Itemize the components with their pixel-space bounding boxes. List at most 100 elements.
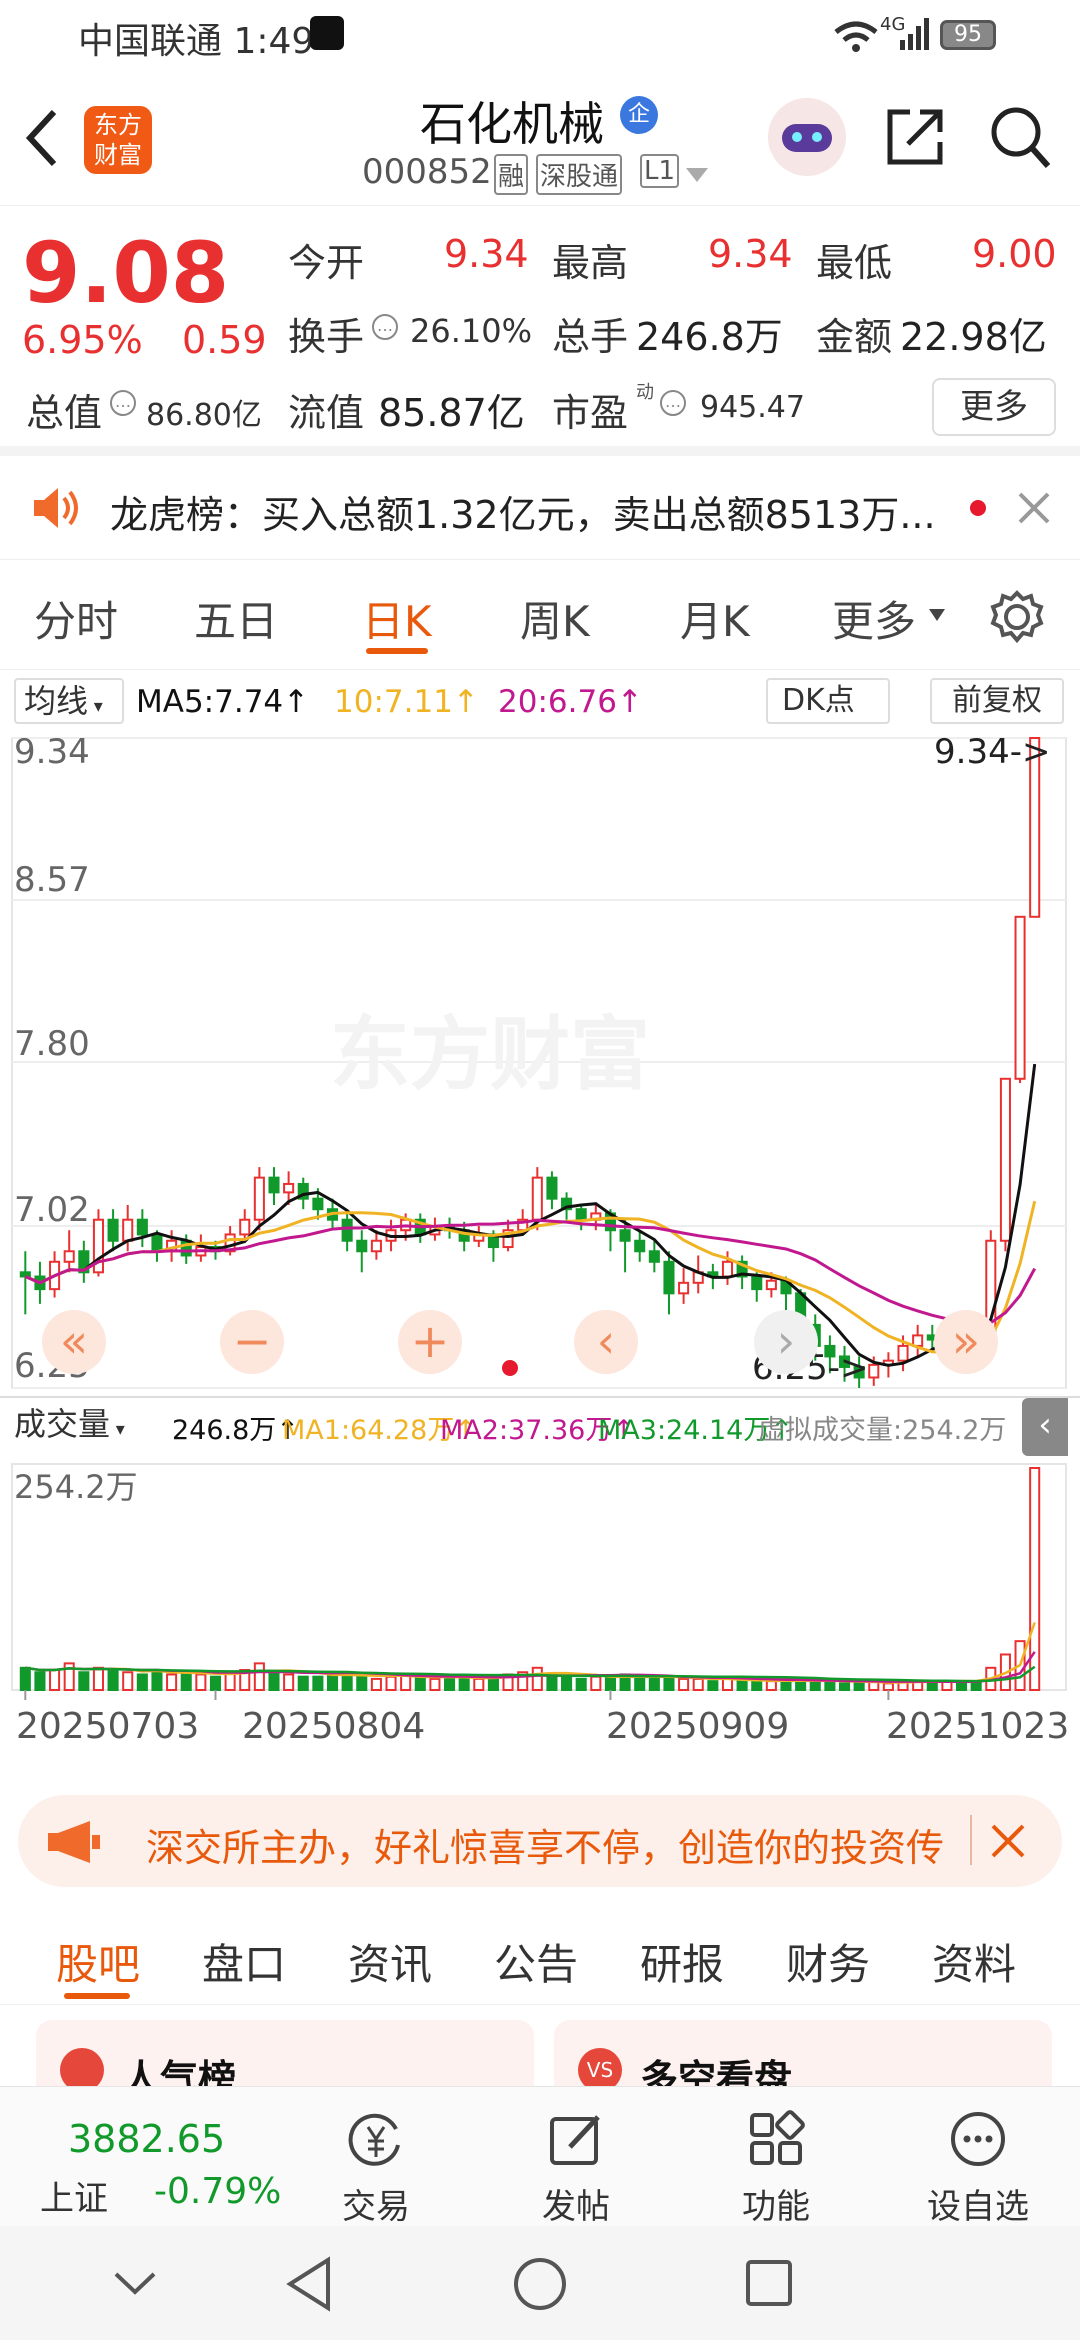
- system-nav-bar: [0, 2226, 1080, 2340]
- tab-finance[interactable]: 财务: [786, 1931, 870, 1992]
- candle: [897, 1344, 909, 1362]
- tab-daily-k[interactable]: 日K: [362, 588, 432, 649]
- back-icon[interactable]: [22, 106, 62, 170]
- tab-five-day[interactable]: 五日: [194, 588, 278, 649]
- scroll-left-fast-button[interactable]: «: [42, 1310, 106, 1374]
- tab-research[interactable]: 研报: [640, 1931, 724, 1992]
- volume-bar: [736, 1680, 748, 1691]
- nav-add-watchlist[interactable]: 设自选: [898, 2087, 1058, 2227]
- date-tick: 20250703: [16, 1706, 200, 1747]
- logo-text-1: 东方: [94, 111, 142, 139]
- gear-icon[interactable]: [990, 590, 1044, 644]
- candle: [1014, 915, 1026, 1080]
- volume-bar: [473, 1677, 485, 1691]
- scroll-left-button[interactable]: ‹: [574, 1310, 638, 1374]
- ma-selector[interactable]: 均线 ▾: [14, 678, 124, 724]
- volume-bar: [809, 1680, 821, 1691]
- stock-name: 石化机械: [420, 97, 604, 151]
- promo-banner[interactable]: 深交所主办，好礼惊喜享不停，创造你的投资传: [18, 1795, 1062, 1887]
- volume-bar: [151, 1669, 163, 1692]
- tab-intraday[interactable]: 分时: [34, 588, 118, 649]
- info-icon[interactable]: …: [372, 314, 398, 340]
- volume-bar: [721, 1677, 734, 1691]
- home-circle-icon[interactable]: [512, 2256, 568, 2312]
- volume-bar: [590, 1675, 602, 1691]
- tab-forum[interactable]: 股吧: [56, 1931, 140, 1992]
- popularity-card[interactable]: 人气榜: [36, 2020, 534, 2086]
- date-tick: 20250909: [606, 1706, 790, 1747]
- share-icon[interactable]: [884, 106, 946, 168]
- nav-post[interactable]: 发帖: [496, 2087, 656, 2227]
- card-title: 多空看盘: [640, 2057, 793, 2086]
- volume-bar: [663, 1675, 675, 1691]
- dk-point-button[interactable]: DK点: [766, 678, 890, 724]
- recents-square-icon[interactable]: [744, 2258, 794, 2308]
- banner-divider: [970, 1815, 972, 1865]
- bull-bear-card[interactable]: VS 多空看盘: [554, 2020, 1052, 2086]
- nav-label: 设自选: [927, 2187, 1029, 2227]
- ma10-line: [24, 1200, 1037, 1354]
- volume-bar: [34, 1671, 46, 1692]
- volume-bar: [19, 1666, 31, 1692]
- low-label: 最低: [816, 241, 893, 285]
- tab-announcements[interactable]: 公告: [494, 1931, 578, 1992]
- volume-bar: [751, 1680, 763, 1691]
- scroll-right-fast-button[interactable]: »: [934, 1310, 998, 1374]
- logo-text-2: 财富: [94, 141, 142, 169]
- zoom-out-button[interactable]: −: [220, 1310, 284, 1374]
- adjust-button[interactable]: 前复权: [930, 678, 1064, 724]
- volume-bar: [648, 1677, 660, 1691]
- collapse-panel-button[interactable]: ‹: [1022, 1398, 1068, 1456]
- candle: [546, 1176, 558, 1200]
- volume-bar: [838, 1682, 851, 1691]
- low-value: 9.00: [972, 232, 1057, 276]
- watermark: 东方财富: [330, 1008, 650, 1101]
- candle: [765, 1279, 777, 1291]
- back-triangle-icon[interactable]: [284, 2256, 334, 2312]
- volume-bar: [444, 1677, 456, 1691]
- candle: [634, 1239, 646, 1253]
- close-icon[interactable]: [1016, 490, 1052, 526]
- more-dots-icon: [951, 2112, 1005, 2166]
- tag-connect: 深股通: [536, 154, 623, 195]
- app-logo[interactable]: 东方 财富: [84, 106, 152, 174]
- candle: [678, 1281, 690, 1295]
- stock-header: 东方 财富 石化机械 企 000852 融 深股通 L1: [0, 72, 1080, 206]
- candle: [239, 1218, 251, 1236]
- dropdown-icon[interactable]: [684, 166, 710, 184]
- volume-selector[interactable]: 成交量 ▾: [14, 1398, 164, 1450]
- float-label: 流值: [288, 391, 365, 435]
- dragon-tiger-notice[interactable]: 龙虎榜：买入总额1.32亿元，卖出总额8513万...: [0, 456, 1080, 560]
- info-icon[interactable]: …: [660, 390, 686, 416]
- nav-label: 交易: [342, 2187, 410, 2227]
- price-tick: 7.80: [14, 1024, 90, 1064]
- index-ticker[interactable]: 3882.65 上证 -0.79%: [40, 2087, 281, 2227]
- tab-more[interactable]: 更多: [832, 588, 916, 649]
- info-icon[interactable]: …: [110, 390, 136, 416]
- amount-label: 金额: [816, 315, 893, 359]
- status-bar: 中国联通 1:49 4G 95: [0, 0, 1080, 72]
- tab-profile[interactable]: 资料: [932, 1931, 1016, 1992]
- nav-trade[interactable]: 交易: [296, 2087, 456, 2227]
- high-marker: 9.34->: [934, 732, 1051, 772]
- volume-bar: [531, 1666, 543, 1692]
- tab-news[interactable]: 资讯: [348, 1931, 432, 1992]
- ma20-line: [24, 1218, 1037, 1326]
- scroll-right-button[interactable]: ›: [754, 1310, 818, 1374]
- close-icon[interactable]: [990, 1823, 1026, 1859]
- chevron-down-icon[interactable]: [112, 2268, 158, 2298]
- nav-functions[interactable]: 功能: [696, 2087, 856, 2227]
- tab-monthly-k[interactable]: 月K: [680, 588, 750, 649]
- tab-orderbook[interactable]: 盘口: [202, 1931, 286, 1992]
- search-icon[interactable]: [988, 102, 1054, 172]
- tab-weekly-k[interactable]: 周K: [520, 588, 590, 649]
- yen-exchange-icon: [348, 2113, 400, 2166]
- more-button[interactable]: 更多: [932, 378, 1056, 436]
- tag-margin: 融: [494, 154, 529, 195]
- assistant-avatar[interactable]: [768, 98, 846, 176]
- index-name: 上证: [40, 2179, 108, 2219]
- volume-bar: [326, 1673, 339, 1692]
- zoom-in-button[interactable]: +: [398, 1310, 462, 1374]
- volume-bar: [356, 1675, 368, 1691]
- carrier-time: 中国联通 1:49: [78, 21, 315, 62]
